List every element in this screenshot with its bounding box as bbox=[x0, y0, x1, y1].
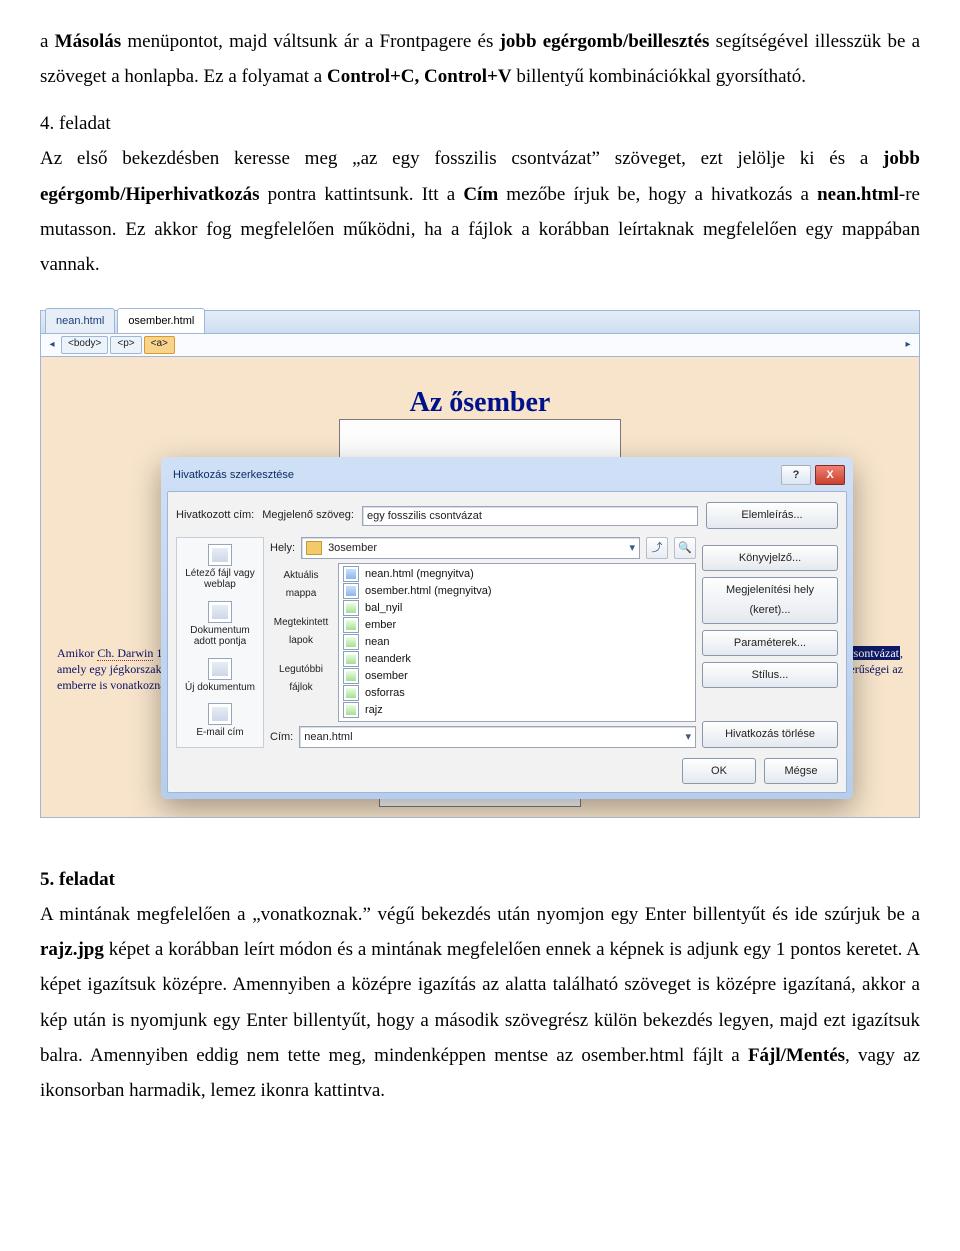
file-tab-osember[interactable]: osember.html bbox=[117, 308, 205, 333]
page-preview: Az ősember Amikor Ch. Darwin 185 amely e… bbox=[41, 357, 919, 817]
ok-button[interactable]: OK bbox=[682, 758, 756, 784]
anchor-icon bbox=[208, 601, 232, 623]
file-tab-nean[interactable]: nean.html bbox=[45, 308, 115, 333]
help-button[interactable]: ? bbox=[781, 465, 811, 485]
image-file-icon bbox=[343, 651, 359, 667]
target-frame-button[interactable]: Megjelenítési hely (keret)... bbox=[702, 577, 838, 624]
dialog-right-buttons: Könyvjelző... Megjelenítési hely (keret)… bbox=[702, 537, 838, 748]
paragraph-1: a Másolás menüpontot, majd váltsunk ár a… bbox=[40, 24, 920, 94]
sidebar-item-email[interactable]: E-mail cím bbox=[179, 701, 261, 743]
parameters-button[interactable]: Paraméterek... bbox=[702, 630, 838, 656]
address-input[interactable]: nean.html ▾ bbox=[299, 726, 696, 748]
remove-link-button[interactable]: Hivatkozás törlése bbox=[702, 721, 838, 747]
link-type-sidebar: Létező fájl vagy weblap Dokumentum adott… bbox=[176, 537, 264, 748]
sidebar-item-existing[interactable]: Létező fájl vagy weblap bbox=[179, 542, 261, 595]
image-file-icon bbox=[343, 634, 359, 650]
up-folder-button[interactable]: ⤴ bbox=[646, 537, 668, 559]
edit-hyperlink-dialog: Hivatkozás szerkesztése ? X Hivatkozott … bbox=[161, 457, 853, 799]
page-icon bbox=[208, 544, 232, 566]
location-combo[interactable]: 3osember ▾ bbox=[301, 537, 640, 559]
folder-icon bbox=[306, 541, 322, 555]
paragraph-3: 5. feladat A mintának megfelelően a „von… bbox=[40, 862, 920, 1108]
crumb-a[interactable]: <a> bbox=[144, 336, 175, 354]
list-item[interactable]: osforras bbox=[343, 685, 691, 702]
crumb-p[interactable]: <p> bbox=[110, 336, 141, 354]
editor-screenshot: nean.html osember.html ◂ <body> <p> <a> … bbox=[40, 310, 920, 818]
linked-title-label: Hivatkozott cím: bbox=[176, 505, 254, 525]
breadcrumb: ◂ <body> <p> <a> ▸ bbox=[41, 334, 919, 357]
bookmark-button[interactable]: Könyvjelző... bbox=[702, 545, 838, 571]
sidebar-item-place[interactable]: Dokumentum adott pontja bbox=[179, 599, 261, 652]
cancel-button[interactable]: Mégse bbox=[764, 758, 838, 784]
close-button[interactable]: X bbox=[815, 465, 845, 485]
screentip-button[interactable]: Elemleírás... bbox=[706, 502, 838, 528]
file-tab-strip: nean.html osember.html bbox=[41, 311, 919, 334]
list-item[interactable]: ember bbox=[343, 617, 691, 634]
paragraph-2: 4. feladat Az első bekezdésben keresse m… bbox=[40, 106, 920, 282]
html-file-icon bbox=[343, 566, 359, 582]
address-label: Cím: bbox=[270, 727, 293, 747]
scope-recent-files[interactable]: Legutóbbi fájlok bbox=[270, 661, 332, 698]
scope-current-folder[interactable]: Aktuális mappa bbox=[270, 567, 332, 604]
image-file-icon bbox=[343, 668, 359, 684]
crumb-body[interactable]: <body> bbox=[61, 336, 108, 354]
display-text-label: Megjelenő szöveg: bbox=[262, 505, 354, 525]
crumb-nav-right-icon[interactable]: ▸ bbox=[901, 336, 915, 355]
display-text-input[interactable]: egy fosszilis csontvázat bbox=[362, 506, 698, 526]
html-file-icon bbox=[343, 583, 359, 599]
image-file-icon bbox=[343, 600, 359, 616]
image-file-icon bbox=[343, 685, 359, 701]
mail-icon bbox=[208, 703, 232, 725]
crumb-nav-left-icon[interactable]: ◂ bbox=[45, 336, 59, 355]
dialog-title: Hivatkozás szerkesztése bbox=[173, 465, 294, 485]
new-doc-icon bbox=[208, 658, 232, 680]
list-item[interactable]: rajz bbox=[343, 702, 691, 719]
browse-web-button[interactable]: 🔍 bbox=[674, 537, 696, 559]
image-file-icon bbox=[343, 702, 359, 718]
location-label: Hely: bbox=[270, 538, 295, 558]
chevron-down-icon: ▾ bbox=[685, 727, 691, 747]
file-list[interactable]: nean.html (megnyitva) osember.html (megn… bbox=[338, 563, 696, 722]
sidebar-item-newdoc[interactable]: Új dokumentum bbox=[179, 656, 261, 698]
image-file-icon bbox=[343, 617, 359, 633]
style-button[interactable]: Stílus... bbox=[702, 662, 838, 688]
scope-browsed-pages[interactable]: Megtekintett lapok bbox=[270, 614, 332, 651]
chevron-down-icon: ▾ bbox=[629, 538, 635, 558]
scope-column: Aktuális mappa Megtekintett lapok Legutó… bbox=[270, 563, 332, 722]
